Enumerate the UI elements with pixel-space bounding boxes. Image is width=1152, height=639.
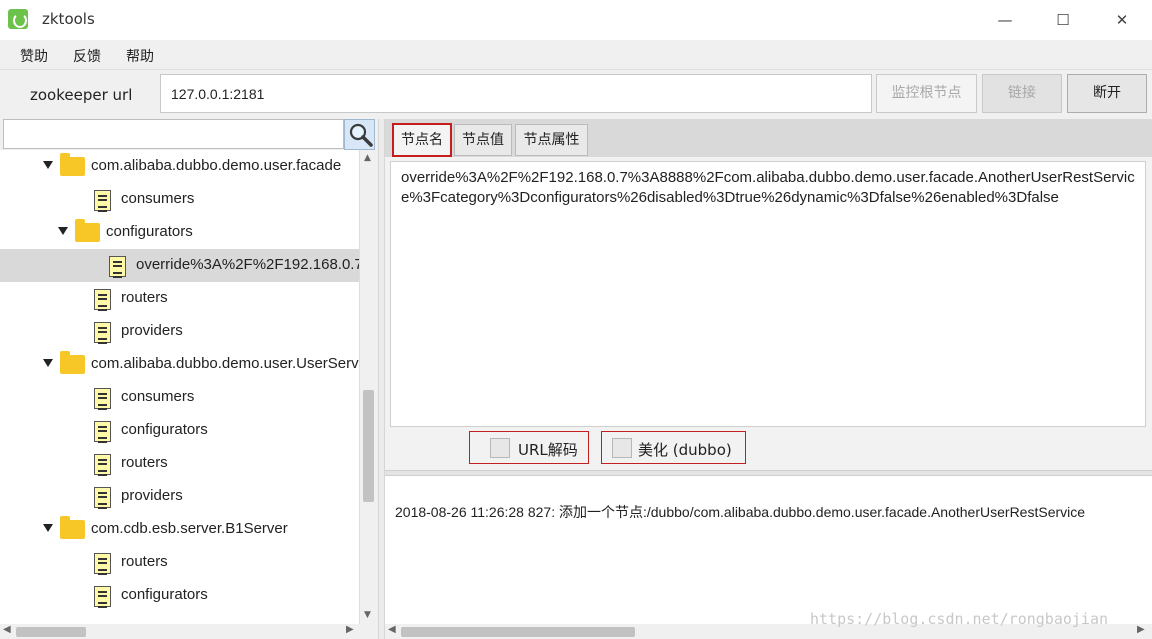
document-icon [94,322,111,344]
tree-folder-node[interactable]: com.alibaba.dubbo.demo.user.facade [0,150,359,183]
tree-leaf-node[interactable]: configurators [0,579,359,612]
zookeeper-url-input[interactable] [160,74,872,113]
beautify-checkbox-square[interactable] [612,438,632,458]
scroll-left-arrow-icon[interactable]: ◀ [388,624,396,635]
expand-arrow-icon[interactable] [43,161,53,169]
folder-icon [60,516,85,539]
window-title: zktools [42,10,95,28]
tree-leaf-node[interactable]: configurators [0,414,359,447]
tree-node-label: routers [121,553,168,570]
beautify-checkbox[interactable]: 美化 (dubbo) [601,431,746,464]
scroll-left-arrow-icon[interactable]: ◀ [3,624,11,635]
menu-item-help[interactable]: 帮助 [126,46,154,66]
scroll-right-arrow-icon[interactable]: ▶ [1137,624,1145,635]
tree-node-label: routers [121,289,168,306]
maximize-icon[interactable]: ☐ [1040,6,1086,34]
search-icon [349,123,373,147]
search-button[interactable] [344,119,375,150]
tree-node-label: com.alibaba.dubbo.demo.user.UserService [91,355,360,372]
menu-item-sponsor[interactable]: 赞助 [20,46,48,66]
log-entry: 2018-08-26 11:26:28 827: 添加一个节点:/dubbo/c… [395,504,1086,520]
tree-leaf-node[interactable]: routers [0,447,359,480]
tree-folder-node[interactable]: com.cdb.esb.server.B1Server [0,513,359,546]
tree-folder-node[interactable]: com.alibaba.dubbo.demo.user.UserService [0,348,360,381]
beautify-label: 美化 (dubbo) [638,441,732,459]
minimize-icon[interactable]: — [982,6,1028,34]
connection-toolbar: zookeeper url 监控根节点 链接 断开 [0,71,1152,119]
url-decode-label: URL解码 [518,441,578,459]
tree-leaf-node[interactable]: override%3A%2F%2F192.168.0.7%3A8888 [0,249,359,282]
tree-search-input[interactable] [3,119,344,149]
tab-node-attributes[interactable]: 节点属性 [515,124,588,156]
tree-node-label: configurators [106,223,193,240]
tree-node-label: consumers [121,190,195,207]
node-name-panel: override%3A%2F%2F192.168.0.7%3A8888%2Fco… [385,157,1152,470]
tree-node-label: configurators [121,421,208,438]
title-bar: zktools — ☐ ✕ [0,0,1152,40]
tree-leaf-node[interactable]: consumers [0,183,359,216]
tree-folder-node[interactable]: configurators [0,216,359,249]
document-icon [94,454,111,476]
scroll-down-arrow-icon[interactable]: ▼ [364,610,371,620]
app-logo-icon [8,9,28,29]
tree-node-label: providers [121,487,183,504]
node-name-textarea[interactable]: override%3A%2F%2F192.168.0.7%3A8888%2Fco… [390,161,1146,427]
tree-node-label: com.cdb.esb.server.B1Server [91,520,288,537]
folder-icon [60,351,85,374]
document-icon [94,421,111,443]
document-icon [109,256,126,278]
tree-horizontal-scroll-thumb[interactable] [16,627,86,637]
document-icon [94,388,111,410]
tree-leaf-node[interactable]: routers [0,546,359,579]
tree-node-label: configurators [121,586,208,603]
log-horizontal-scroll-thumb[interactable] [401,627,635,637]
monitor-root-button[interactable]: 监控根节点 [876,74,977,113]
tree-vertical-scroll-thumb[interactable] [363,390,374,502]
watermark: https://blog.csdn.net/rongbaojian [810,610,1109,628]
log-panel: 2018-08-26 11:26:28 827: 添加一个节点:/dubbo/c… [385,476,1152,624]
folder-icon [75,219,100,242]
tree-node-label: providers [121,322,183,339]
tab-node-value[interactable]: 节点值 [454,124,512,156]
document-icon [94,487,111,509]
tab-node-name[interactable]: 节点名 [392,123,452,157]
expand-arrow-icon[interactable] [58,227,68,235]
tree-node-label: routers [121,454,168,471]
panel-splitter[interactable] [378,119,385,639]
url-decode-checkbox[interactable]: URL解码 [469,431,589,464]
zookeeper-url-label: zookeeper url [30,86,133,104]
tree-vertical-scrollbar[interactable]: ▲ ▼ [360,150,377,639]
tree-panel: com.alibaba.dubbo.demo.user.facade consum… [0,119,378,639]
tree-leaf-node[interactable]: providers [0,315,359,348]
scroll-up-arrow-icon[interactable]: ▲ [364,153,371,163]
tree-leaf-node[interactable]: consumers [0,381,359,414]
document-icon [94,553,111,575]
menu-bar: 赞助 反馈 帮助 [0,40,1152,70]
tree-node-label: consumers [121,388,195,405]
menu-item-feedback[interactable]: 反馈 [73,46,101,66]
tree-node-label: override%3A%2F%2F192.168.0.7%3A8888 [136,256,359,273]
tab-bar: 节点名 节点值 节点属性 [385,119,1152,157]
disconnect-button[interactable]: 断开 [1067,74,1147,113]
close-icon[interactable]: ✕ [1099,6,1145,34]
folder-icon [60,153,85,176]
document-icon [94,289,111,311]
expand-arrow-icon[interactable] [43,359,53,367]
scroll-right-arrow-icon[interactable]: ▶ [346,624,354,635]
document-icon [94,190,111,212]
expand-arrow-icon[interactable] [43,524,53,532]
tree-horizontal-scrollbar[interactable]: ◀ ▶ [0,624,360,639]
detail-panel: 节点名 节点值 节点属性 override%3A%2F%2F192.168.0.… [385,119,1152,639]
document-icon [94,586,111,608]
tree-leaf-node[interactable]: routers [0,282,359,315]
tree-leaf-node[interactable]: providers [0,480,359,513]
tree-node-label: com.alibaba.dubbo.demo.user.facade [91,157,342,174]
url-decode-checkbox-square[interactable] [490,438,510,458]
node-tree[interactable]: com.alibaba.dubbo.demo.user.facade consum… [0,150,360,639]
connect-button[interactable]: 链接 [982,74,1062,113]
